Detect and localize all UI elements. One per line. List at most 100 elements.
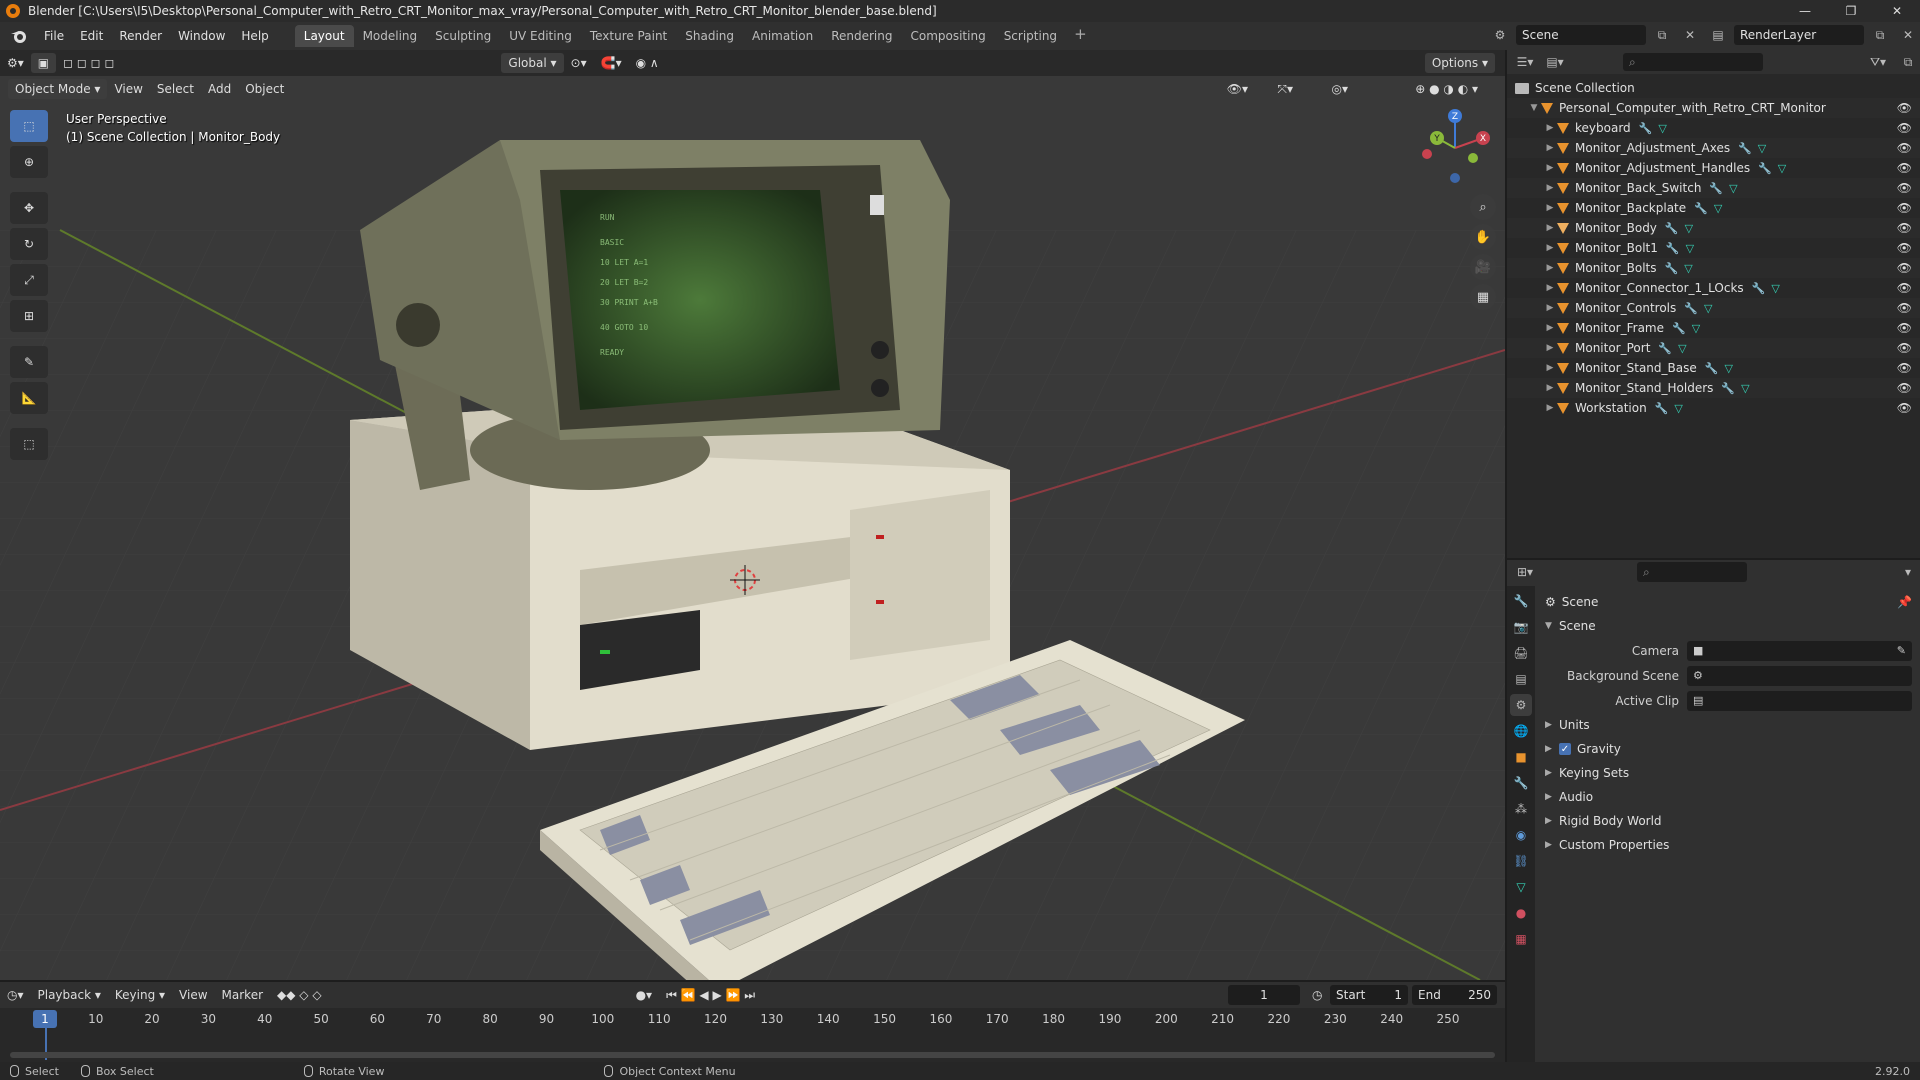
mesh-data-icon[interactable]: ▽ [1771, 282, 1779, 295]
timeline-scrollbar[interactable] [10, 1052, 1495, 1058]
menu-select[interactable]: Select [150, 79, 201, 99]
maximize-button[interactable]: ❐ [1828, 0, 1874, 22]
render-tab-icon[interactable]: 📷 [1510, 616, 1532, 638]
menu-render[interactable]: Render [111, 25, 170, 47]
blender-menu-icon[interactable] [8, 26, 30, 46]
annotate-tool-icon[interactable]: ✎ [10, 346, 48, 378]
texture-tab-icon[interactable]: ▦ [1510, 928, 1532, 950]
start-frame-field[interactable]: Start 1 [1330, 985, 1408, 1005]
eye-icon[interactable]: 👁 [1897, 341, 1912, 355]
particles-tab-icon[interactable]: ⁂ [1510, 798, 1532, 820]
gizmo-icon[interactable]: ⤧▾ [1270, 79, 1300, 99]
eye-icon[interactable]: 👁 [1897, 101, 1912, 115]
scene-collection-row[interactable]: Scene Collection [1507, 78, 1920, 98]
mesh-data-icon[interactable]: ▽ [1714, 202, 1722, 215]
new-collection-icon[interactable]: ⧉ [1896, 52, 1920, 72]
snap-icon[interactable]: 🧲▾ [594, 53, 629, 73]
material-tab-icon[interactable]: ● [1510, 902, 1532, 924]
keying-sets-panel-header[interactable]: ▶ Keying Sets [1545, 761, 1912, 785]
tab-animation[interactable]: Animation [743, 25, 822, 47]
expand-arrow-icon[interactable]: ▶ [1543, 183, 1557, 193]
editor-type-icon[interactable]: ⚙▾ [0, 53, 31, 73]
end-frame-field[interactable]: End 250 [1412, 985, 1497, 1005]
new-layer-icon[interactable]: ⧉ [1868, 25, 1892, 45]
properties-editor-icon[interactable]: ⊞▾ [1513, 562, 1537, 582]
expand-arrow-icon[interactable]: ▶ [1543, 403, 1557, 413]
output-tab-icon[interactable]: 🖨 [1510, 642, 1532, 664]
filter-icon[interactable]: ⛛▾ [1866, 52, 1890, 72]
outliner-item[interactable]: ▶ Monitor_Bolts 🔧 ▽ 👁 [1507, 258, 1920, 278]
tab-texture-paint[interactable]: Texture Paint [581, 25, 676, 47]
eye-icon[interactable]: 👁 [1897, 261, 1912, 275]
outliner-item[interactable]: ▶ Monitor_Back_Switch 🔧 ▽ 👁 [1507, 178, 1920, 198]
modifier-icon[interactable]: 🔧 ▽ [1738, 142, 1766, 155]
preview-range-icon[interactable]: ◷ [1305, 985, 1329, 1005]
modifier-icon[interactable]: 🔧 ▽ [1655, 402, 1683, 415]
tab-rendering[interactable]: Rendering [822, 25, 901, 47]
rigid-body-world-panel-header[interactable]: ▶ Rigid Body World [1545, 809, 1912, 833]
delete-scene-icon[interactable]: ✕ [1678, 25, 1702, 45]
object-tab-icon[interactable]: ■ [1510, 746, 1532, 768]
add-cube-tool-icon[interactable]: ⬚ [10, 428, 48, 460]
outliner-item[interactable]: ▶ Monitor_Bolt1 🔧 ▽ 👁 [1507, 238, 1920, 258]
expand-arrow-icon[interactable]: ▶ [1543, 243, 1557, 253]
camera-field[interactable]: ■ ✎ [1687, 640, 1912, 661]
mesh-data-icon[interactable]: ▽ [1741, 382, 1749, 395]
outliner-item[interactable]: ▶ keyboard 🔧 ▽ 👁 [1507, 118, 1920, 138]
outliner-item[interactable]: ▶ Workstation 🔧 ▽ 👁 [1507, 398, 1920, 418]
mesh-data-icon[interactable]: ▽ [1686, 242, 1694, 255]
scale-tool-icon[interactable]: ⤢ [10, 264, 48, 296]
gravity-panel-header[interactable]: ▶ ✓ Gravity [1545, 737, 1912, 761]
mesh-data-icon[interactable]: ▽ [1724, 362, 1732, 375]
menu-edit[interactable]: Edit [72, 25, 111, 47]
outliner-item[interactable]: ▶ Monitor_Backplate 🔧 ▽ 👁 [1507, 198, 1920, 218]
view-layer-icon[interactable]: ▤ [1706, 25, 1730, 45]
eye-icon[interactable]: 👁 [1897, 241, 1912, 255]
outliner-item[interactable]: ▶ Monitor_Adjustment_Axes 🔧 ▽ 👁 [1507, 138, 1920, 158]
eye-icon[interactable]: 👁 [1897, 161, 1912, 175]
mesh-data-icon[interactable]: ▽ [1684, 262, 1692, 275]
move-tool-icon[interactable]: ✥ [10, 192, 48, 224]
expand-arrow-icon[interactable]: ▶ [1543, 383, 1557, 393]
menu-add[interactable]: Add [201, 79, 238, 99]
eyedropper-icon[interactable]: ✎ [1897, 644, 1912, 657]
modifier-icon[interactable]: 🔧 ▽ [1694, 202, 1722, 215]
eye-icon[interactable]: 👁 [1897, 281, 1912, 295]
modifier-tab-icon[interactable]: 🔧 [1510, 772, 1532, 794]
scene-tab-icon[interactable]: ⚙ [1510, 694, 1532, 716]
modifier-icon[interactable]: 🔧 ▽ [1666, 242, 1694, 255]
transform-tool-icon[interactable]: ⊞ [10, 300, 48, 332]
display-mode-icon[interactable]: ▤▾ [1543, 52, 1567, 72]
current-frame-indicator[interactable]: 1 [33, 1010, 57, 1028]
view-layer-tab-icon[interactable]: ▤ [1510, 668, 1532, 690]
expand-arrow-icon[interactable]: ▶ [1543, 203, 1557, 213]
modifier-icon[interactable]: 🔧 ▽ [1758, 162, 1786, 175]
mesh-data-icon[interactable]: ▽ [1704, 302, 1712, 315]
mesh-data-icon[interactable]: ▽ [1778, 162, 1786, 175]
modifier-icon[interactable]: 🔧 ▽ [1721, 382, 1749, 395]
expand-arrow-icon[interactable]: ▶ [1543, 363, 1557, 373]
eye-icon[interactable]: 👁 [1897, 201, 1912, 215]
background-scene-field[interactable]: ⚙ [1687, 665, 1912, 686]
options-dropdown[interactable]: Options ▾ [1424, 53, 1495, 73]
expand-arrow-icon[interactable]: ▶ [1543, 163, 1557, 173]
properties-search-input[interactable]: ⌕ [1637, 562, 1747, 582]
modifier-icon[interactable]: 🔧 ▽ [1658, 342, 1686, 355]
overlay-icon[interactable]: ◎▾ [1325, 79, 1356, 99]
current-frame-field[interactable]: 1 [1228, 985, 1300, 1005]
playback-controls[interactable]: ⏮ ⏪ ◀ ▶ ⏩ ⏭ [659, 985, 762, 1005]
modifier-icon[interactable]: 🔧 ▽ [1752, 282, 1780, 295]
selection-mode-icons[interactable]: ◻ ◻ ◻ ◻ [56, 53, 121, 73]
auto-keying-icon[interactable]: ●▾ [629, 985, 660, 1005]
transform-orientation[interactable]: Global ▾ [501, 53, 564, 73]
mesh-data-icon[interactable]: ▽ [1729, 182, 1737, 195]
menu-view[interactable]: View [107, 79, 149, 99]
menu-window[interactable]: Window [170, 25, 233, 47]
modifier-icon[interactable]: 🔧 ▽ [1684, 302, 1712, 315]
mesh-data-icon[interactable]: ▽ [1685, 222, 1693, 235]
expand-arrow-icon[interactable]: ▶ [1543, 263, 1557, 273]
select-box-tool-icon[interactable]: ⬚ [10, 110, 48, 142]
eye-icon[interactable]: 👁 [1897, 141, 1912, 155]
expand-arrow-icon[interactable]: ▶ [1543, 283, 1557, 293]
scene-icon[interactable]: ⚙ [1488, 25, 1512, 45]
